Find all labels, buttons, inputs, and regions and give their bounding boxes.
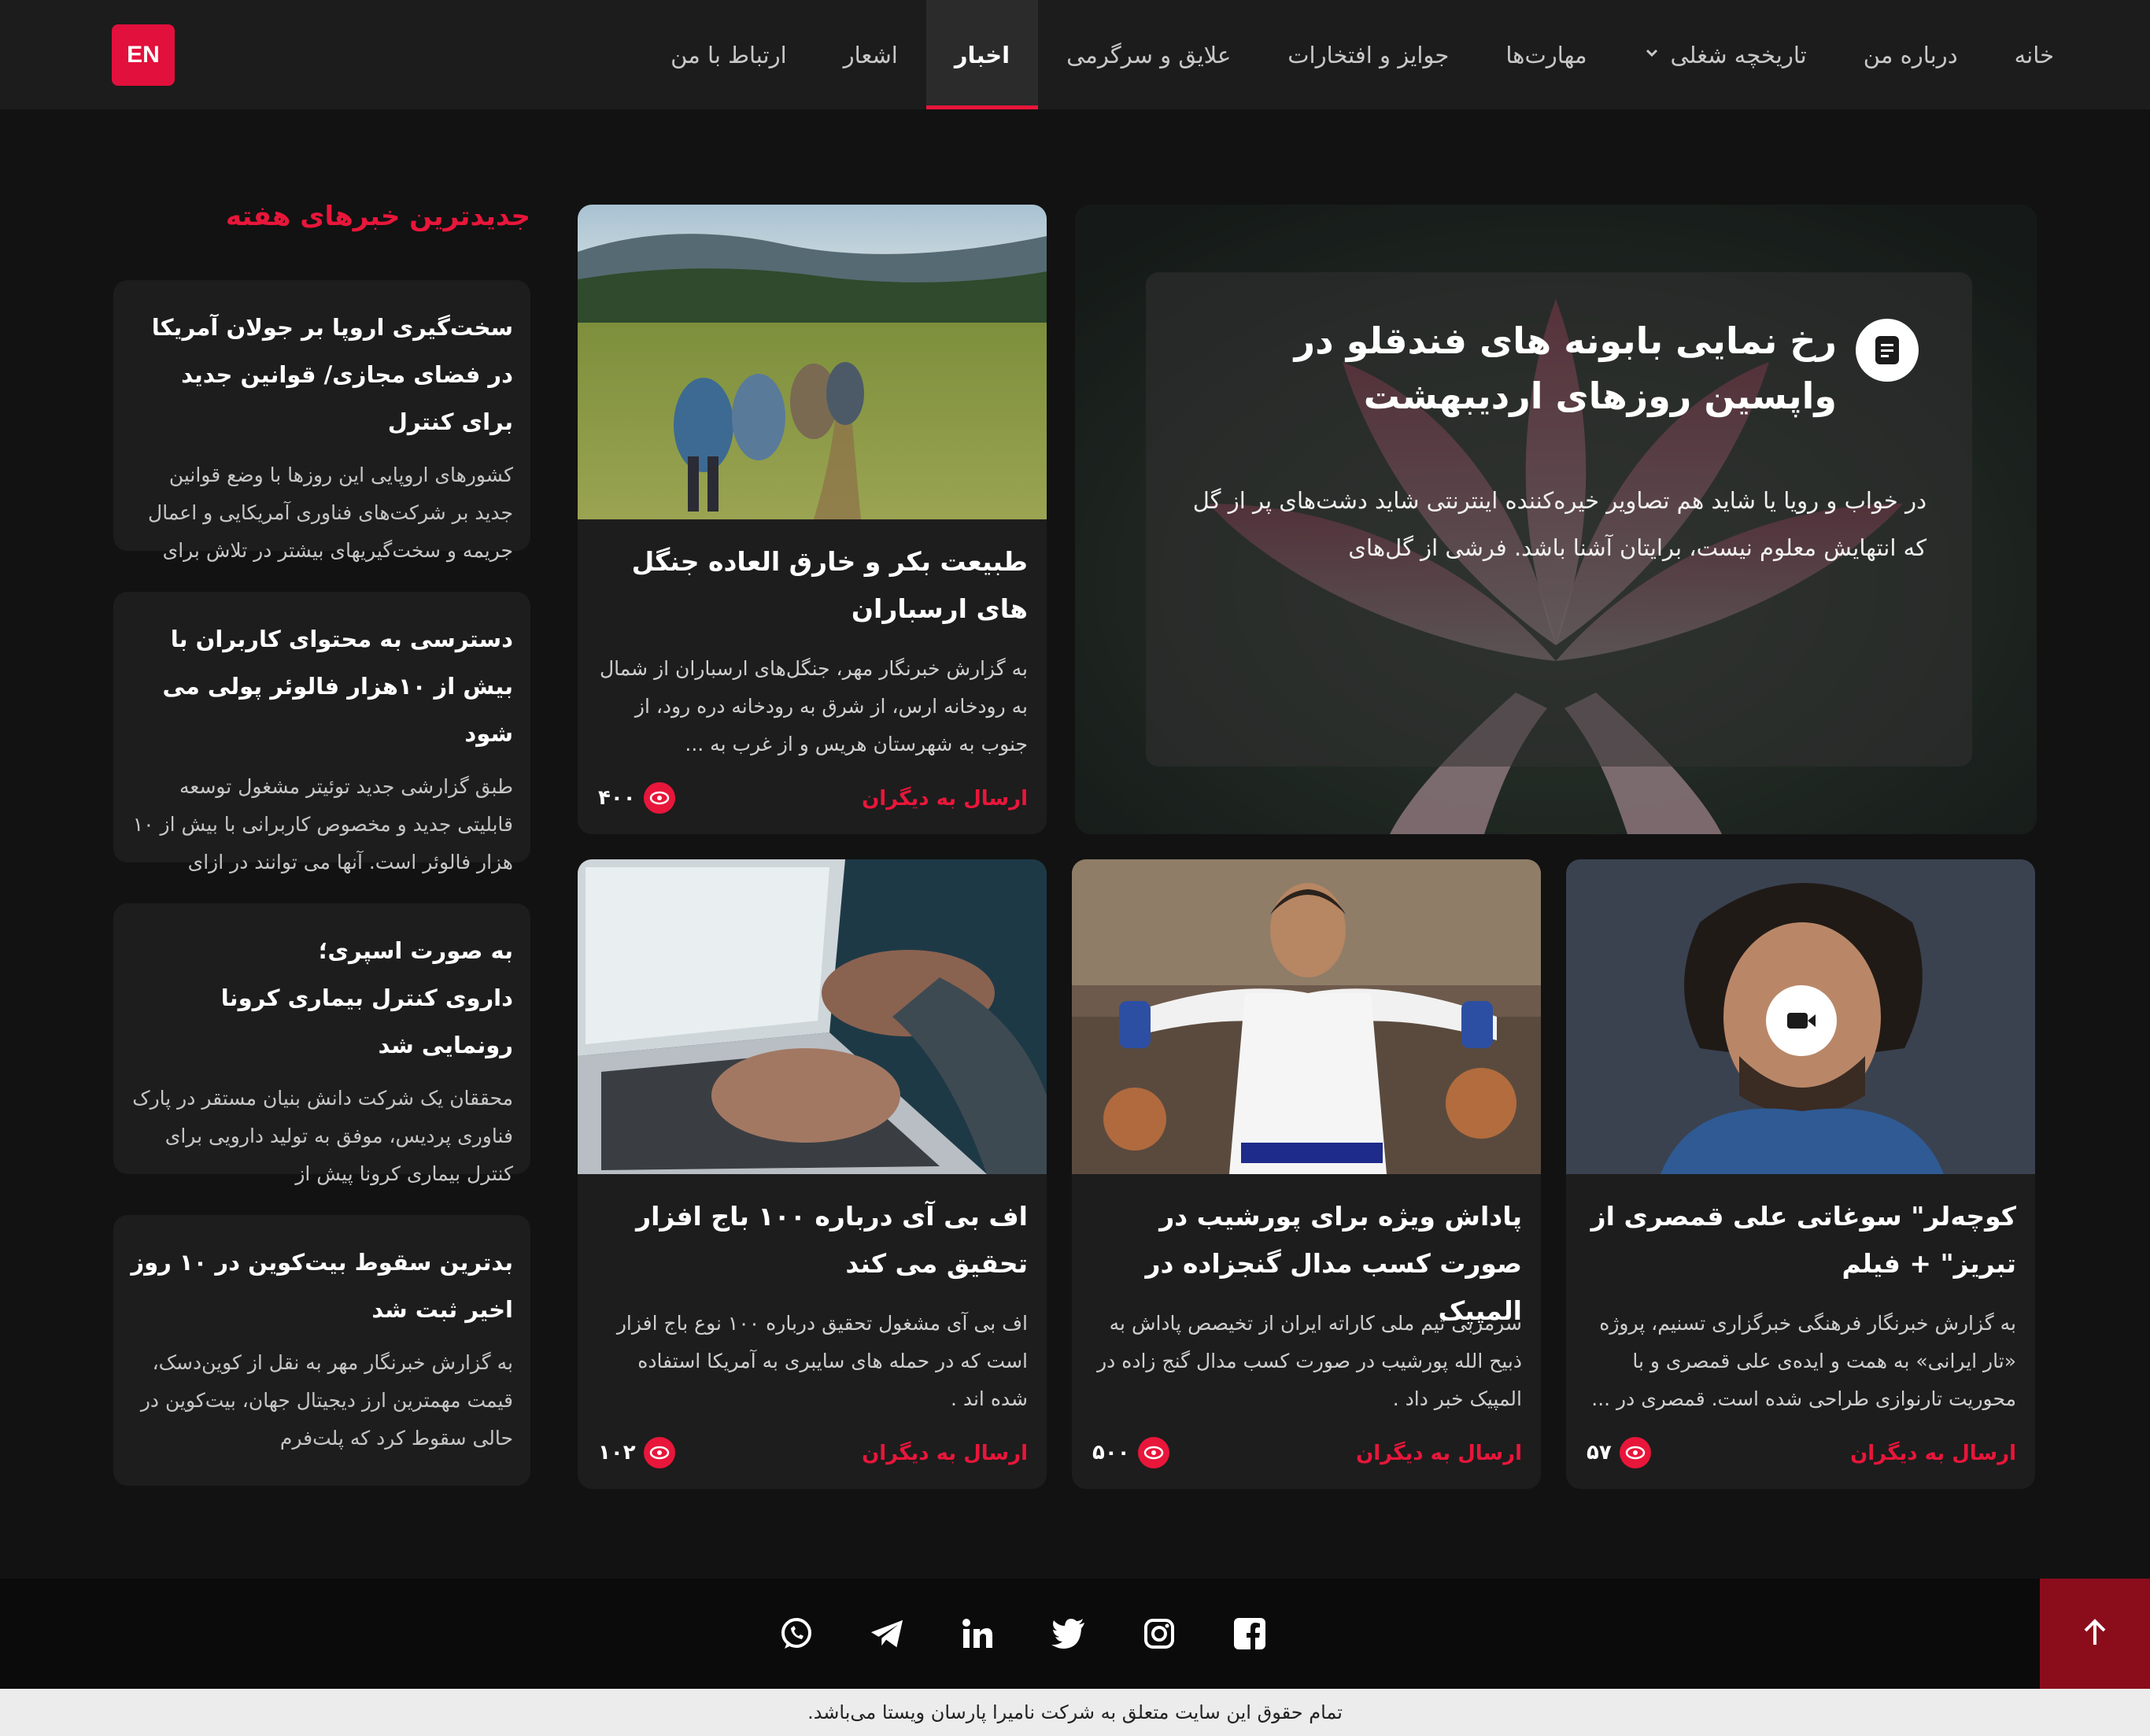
nav-item-label: اخبار — [954, 41, 1010, 68]
sidebar-news-excerpt: کشورهای اروپایی این روزها با وضع قوانین … — [148, 464, 513, 562]
copyright-text: تمام حقوق این سایت متعلق به شرکت نامیرا … — [807, 1701, 1343, 1723]
sidebar-news-title[interactable]: دسترسی به محتوای کاربران با بیش از ۱۰هزا… — [131, 615, 513, 757]
social-links — [779, 1579, 1267, 1689]
sidebar-news-excerpt: طبق گزارشی جدید توئیتر مشغول توسعه قابلی… — [132, 775, 513, 874]
nav-item-label: مهارت‌ها — [1505, 41, 1587, 68]
sidebar-news-title[interactable]: سخت‌گیری اروپا بر جولان آمریکا در فضای م… — [131, 304, 513, 445]
nav-item-awards[interactable]: جوایز و افتخارات — [1259, 0, 1477, 109]
document-icon — [1856, 319, 1919, 382]
sidebar-news-title-line: داروی کنترل بیماری کرونا رونمایی شد — [220, 984, 513, 1058]
sidebar-news-excerpt: محققان یک شرکت دانش بنیان مستقر در پارک … — [132, 1087, 513, 1185]
nav-item-label: خانه — [2014, 41, 2054, 68]
news-card[interactable]: طبیعت بکر و خارق العاده جنگل های ارسبارا… — [578, 205, 1047, 834]
share-link[interactable]: ارسال به دیگران — [1356, 1442, 1522, 1465]
news-card[interactable]: پاداش ویژه برای پورشیب در صورت کسب مدال … — [1072, 859, 1541, 1489]
nav-item-label: ارتباط با من — [670, 41, 787, 68]
sidebar-news-title-line: به صورت اسپری؛ — [318, 937, 513, 964]
view-count-value: ۵۷ — [1587, 1441, 1612, 1465]
sidebar-news-title[interactable]: به صورت اسپری؛ داروی کنترل بیماری کرونا ر… — [131, 927, 513, 1069]
sidebar-news-item[interactable]: به صورت اسپری؛ داروی کنترل بیماری کرونا ر… — [113, 903, 530, 1185]
back-to-top-button[interactable] — [2040, 1579, 2150, 1689]
telegram-icon[interactable] — [870, 1616, 904, 1651]
top-navbar: خانه درباره من تاریخچه شغلی مهارت‌ها جوا… — [0, 0, 2150, 109]
news-title[interactable]: اف بی آی درباره ۱۰۰ باج افزار تحقیق می ک… — [597, 1193, 1028, 1287]
news-image-karate — [1072, 859, 1541, 1174]
sidebar-news-item[interactable]: سخت‌گیری اروپا بر جولان آمریکا در فضای م… — [113, 280, 530, 562]
eye-icon — [1137, 1437, 1169, 1468]
language-switch-button[interactable]: EN — [112, 24, 175, 86]
view-count: ۵۰۰ — [1092, 1437, 1169, 1468]
nav-item-label: علایق و سرگرمی — [1066, 41, 1232, 68]
twitter-icon[interactable] — [1051, 1616, 1086, 1651]
news-title[interactable]: طبیعت بکر و خارق العاده جنگل های ارسبارا… — [597, 538, 1028, 633]
featured-title[interactable]: رخ نمایی بابونه های فندقلو در واپسین روز… — [1207, 313, 1837, 423]
nav-item-label: جوایز و افتخارات — [1287, 41, 1450, 68]
instagram-icon[interactable] — [1142, 1616, 1177, 1651]
nav-item-about[interactable]: درباره من — [1835, 0, 1986, 109]
view-count: ۴۰۰ — [598, 782, 675, 814]
share-link[interactable]: ارسال به دیگران — [862, 1442, 1028, 1465]
facebook-icon[interactable] — [1232, 1616, 1267, 1651]
nav-item-news[interactable]: اخبار — [925, 0, 1039, 109]
view-count-value: ۱۰۲ — [598, 1441, 636, 1465]
view-count-value: ۴۰۰ — [598, 786, 636, 810]
news-image-musician — [1566, 859, 2035, 1174]
news-excerpt: سرمربی تیم ملی کاراته ایران از تخیصص پاد… — [1097, 1312, 1522, 1410]
sidebar-news-title[interactable]: بدترین سقوط بیت‌کوین در ۱۰ روز اخیر ثبت … — [131, 1239, 513, 1333]
featured-news[interactable]: رخ نمایی بابونه های فندقلو در واپسین روز… — [1075, 205, 2037, 834]
view-count: ۱۰۲ — [598, 1437, 675, 1468]
view-count: ۵۷ — [1587, 1437, 1651, 1468]
sidebar-news-item[interactable]: بدترین سقوط بیت‌کوین در ۱۰ روز اخیر ثبت … — [113, 1215, 530, 1486]
sidebar-title: جدیدترین خبرهای هفته — [225, 201, 530, 232]
chevron-down-icon — [1644, 45, 1660, 65]
nav-menu: خانه درباره من تاریخچه شغلی مهارت‌ها جوا… — [642, 0, 2082, 109]
nav-item-label: درباره من — [1863, 41, 1958, 68]
eye-icon — [643, 782, 675, 814]
sidebar-news-item[interactable]: دسترسی به محتوای کاربران با بیش از ۱۰هزا… — [113, 592, 530, 874]
arrow-up-icon — [2079, 1616, 2111, 1651]
nav-item-skills[interactable]: مهارت‌ها — [1477, 0, 1615, 109]
news-title[interactable]: کوچه‌لر" سوغاتی علی قمصری از تبریز" + فی… — [1585, 1193, 2016, 1287]
video-icon[interactable] — [1766, 985, 1837, 1056]
share-link[interactable]: ارسال به دیگران — [862, 787, 1028, 811]
news-image-laptop — [578, 859, 1047, 1174]
nav-item-label: اشعار — [843, 41, 898, 68]
eye-icon — [1619, 1437, 1651, 1468]
copyright-bar: تمام حقوق این سایت متعلق به شرکت نامیرا … — [0, 1689, 2150, 1736]
view-count-value: ۵۰۰ — [1092, 1441, 1130, 1465]
nav-item-hobbies[interactable]: علایق و سرگرمی — [1038, 0, 1259, 109]
nav-item-contact[interactable]: ارتباط با من — [642, 0, 815, 109]
nav-item-poems[interactable]: اشعار — [815, 0, 926, 109]
news-excerpt: به گزارش خبرنگار فرهنگی خبرگزاری تسنیم، … — [1591, 1312, 2016, 1410]
nav-item-label: تاریخچه شغلی — [1670, 41, 1807, 68]
news-card[interactable]: کوچه‌لر" سوغاتی علی قمصری از تبریز" + فی… — [1566, 859, 2035, 1489]
footer — [0, 1579, 2150, 1689]
whatsapp-icon[interactable] — [779, 1616, 814, 1651]
news-excerpt: اف بی آی مشغول تحقیق درباره ۱۰۰ نوع باج … — [616, 1312, 1028, 1410]
news-image-forest — [578, 205, 1047, 519]
nav-item-career[interactable]: تاریخچه شغلی — [1616, 0, 1835, 109]
featured-description: در خواب و رویا یا شاید هم تصاویر خیره‌کن… — [1192, 487, 1927, 561]
news-card[interactable]: اف بی آی درباره ۱۰۰ باج افزار تحقیق می ک… — [578, 859, 1047, 1489]
linkedin-icon[interactable] — [960, 1616, 995, 1651]
share-link[interactable]: ارسال به دیگران — [1850, 1442, 2016, 1465]
sidebar-news-excerpt: به گزارش خبرنگار مهر به نقل از کوین‌دسک،… — [140, 1351, 513, 1450]
nav-item-home[interactable]: خانه — [1986, 0, 2082, 109]
eye-icon — [643, 1437, 675, 1468]
news-excerpt: به گزارش خبرنگار مهر، جنگل‌های ارسباران … — [599, 657, 1028, 755]
